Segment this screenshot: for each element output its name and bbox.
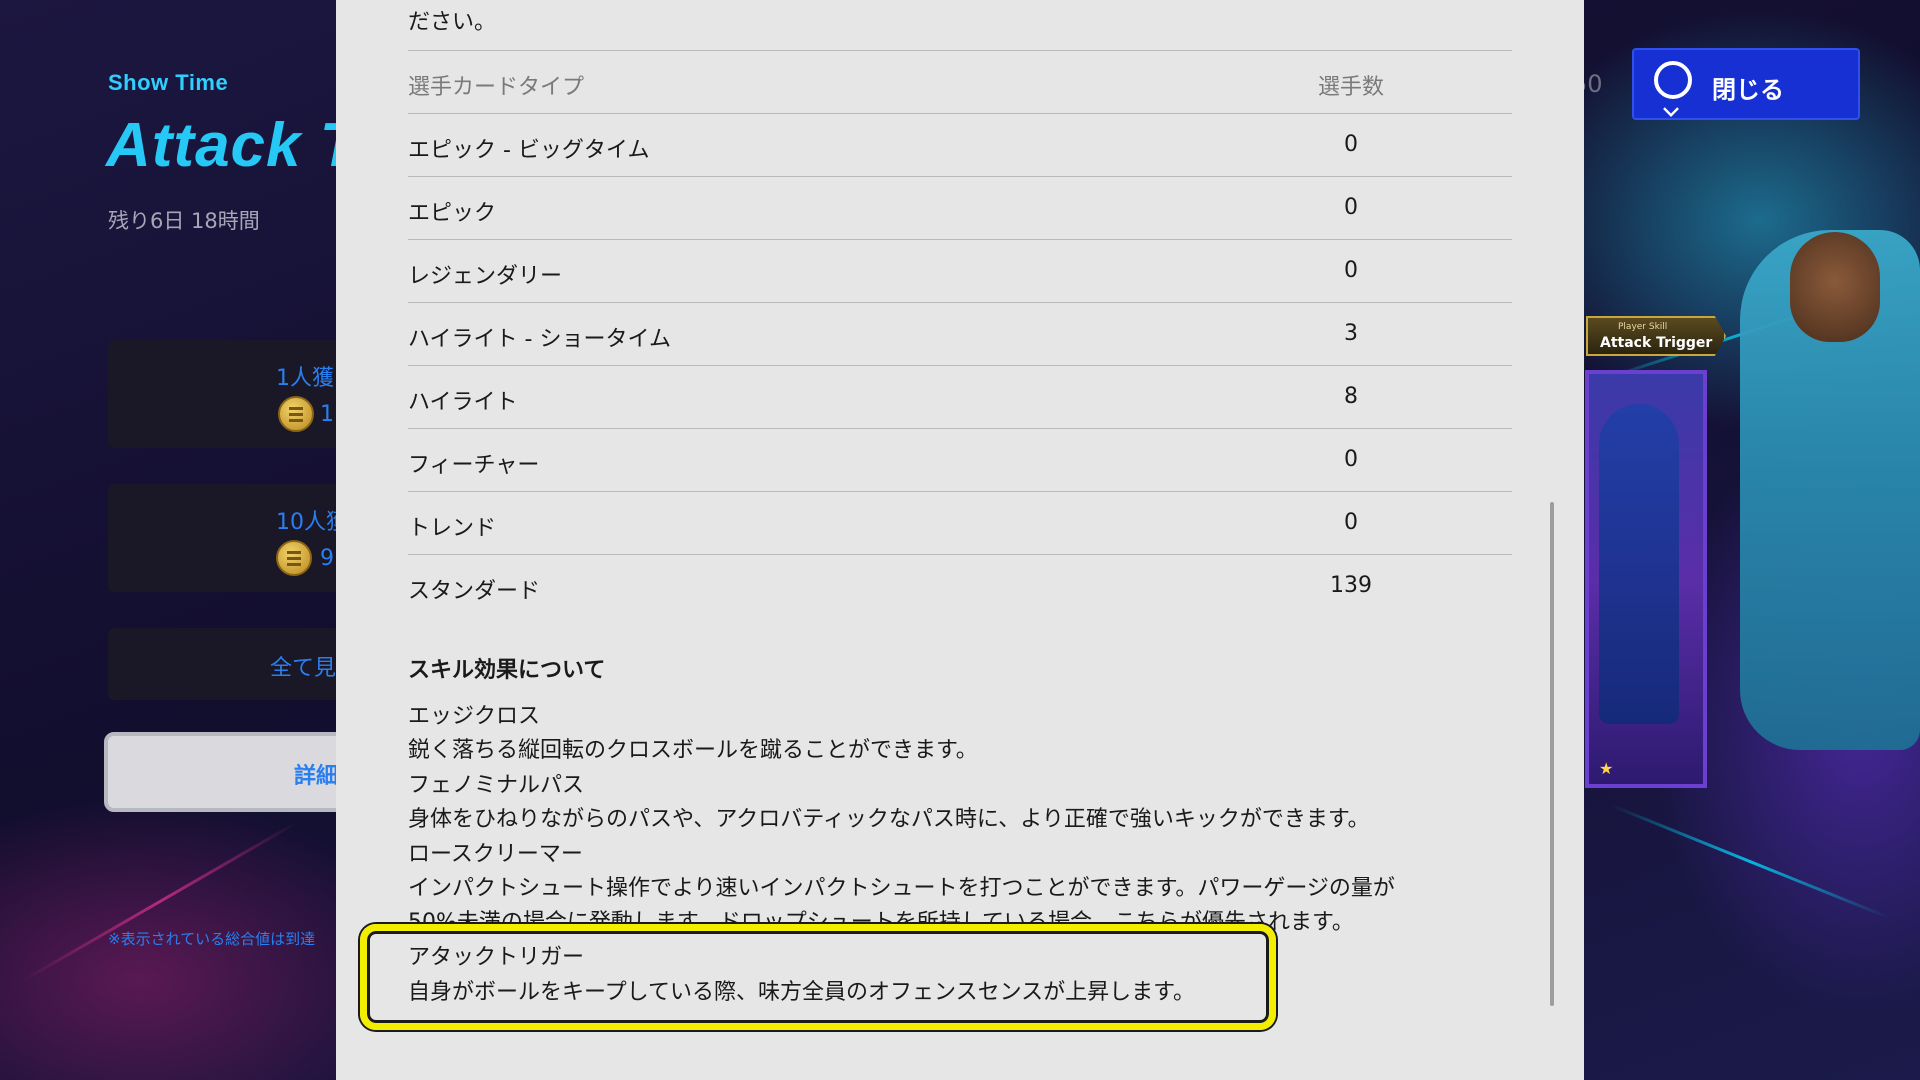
table-header-count: 選手数 <box>1317 75 1384 100</box>
event-title: Attack T <box>106 111 359 180</box>
time-remaining: 残り6日 18時間 <box>108 209 260 233</box>
footnote: ※表示されている総合値は到達 <box>108 930 316 948</box>
table-header-row: 選手カードタイプ 選手数 <box>408 50 1512 113</box>
card-type: ハイライト - ショータイム <box>408 327 672 352</box>
table-row: フィーチャー 0 <box>408 428 1512 491</box>
card-type-table: 選手カードタイプ 選手数 エピック - ビッグタイム 0 エピック 0 レジェン… <box>408 50 1512 617</box>
skill-name: ロースクリーマー <box>408 842 583 867</box>
table-row: ハイライト - ショータイム 3 <box>408 302 1512 365</box>
skill-badge: Player Skill Attack Trigger <box>1586 316 1726 356</box>
highlight-annotation-box <box>360 924 1276 1030</box>
skill-badge-name: Attack Trigger <box>1600 335 1713 351</box>
close-label: 閉じる <box>1712 76 1784 104</box>
player-count: 0 <box>1344 195 1358 220</box>
player-count: 0 <box>1344 258 1358 283</box>
draw-option-label: 1人獲 <box>276 366 334 391</box>
skill-description: 鋭く落ちる縦回転のクロスボールを蹴ることができます。 <box>408 738 978 763</box>
card-type: レジェンダリー <box>408 264 563 289</box>
skill-name: エッジクロス <box>408 704 541 729</box>
table-row: エピック - ビッグタイム 0 <box>408 113 1512 176</box>
coin-icon <box>278 396 314 432</box>
draw-option-10[interactable]: 10人獲 9 <box>108 484 348 592</box>
draw-option-price: 9 <box>320 546 334 571</box>
player-count: 139 <box>1330 573 1372 598</box>
player-card-figure <box>1599 404 1679 724</box>
scrollbar[interactable] <box>1550 502 1554 1006</box>
card-type: フィーチャー <box>408 453 540 478</box>
view-all-button[interactable]: 全て見 <box>108 628 348 700</box>
skill-description: 身体をひねりながらのパスや、アクロバティックなパス時に、より正確で強いキックがで… <box>408 807 1370 832</box>
table-row: スタンダード 139 <box>408 554 1512 617</box>
player-count: 0 <box>1344 510 1358 535</box>
player-card-image: ★ <box>1585 370 1707 788</box>
player-count: 0 <box>1344 132 1358 157</box>
view-all-label: 全て見 <box>270 656 337 681</box>
table-row: レジェンダリー 0 <box>408 239 1512 302</box>
card-type: トレンド <box>408 516 497 541</box>
event-subtitle: Show Time <box>108 70 229 95</box>
close-button[interactable]: 閉じる <box>1632 48 1860 120</box>
player-count: 8 <box>1344 384 1358 409</box>
table-row: トレンド 0 <box>408 491 1512 554</box>
coin-icon <box>276 540 312 576</box>
card-type: エピック - ビッグタイム <box>408 138 650 163</box>
player-count: 3 <box>1344 321 1358 346</box>
draw-option-1[interactable]: 1人獲 1( <box>108 340 348 448</box>
star-icon: ★ <box>1599 759 1614 778</box>
table-row: ハイライト 8 <box>408 365 1512 428</box>
details-modal: ださい。 選手カードタイプ 選手数 エピック - ビッグタイム 0 エピック 0… <box>336 0 1584 1080</box>
player-head-image <box>1790 232 1880 342</box>
details-button[interactable]: 詳細 <box>104 732 354 812</box>
skill-name: フェノミナルパス <box>408 773 585 798</box>
event-info-panel: Show Time Attack T 残り6日 18時間 1人獲 1( 10人獲… <box>0 0 358 1080</box>
card-type: スタンダード <box>408 579 541 604</box>
skills-section-title: スキル効果について <box>408 658 606 683</box>
card-type: ハイライト <box>408 390 518 415</box>
table-row: エピック 0 <box>408 176 1512 239</box>
player-count: 0 <box>1344 447 1358 472</box>
details-label: 詳細 <box>294 764 339 789</box>
circle-button-icon <box>1654 61 1692 99</box>
chevron-down-icon <box>1663 101 1679 117</box>
skill-description: インパクトシュート操作でより速いインパクトシュートを打つことができます。パワーゲ… <box>408 876 1395 901</box>
description-tail: ださい。 <box>408 10 497 35</box>
skill-badge-caption: Player Skill <box>1618 322 1668 332</box>
table-header-type: 選手カードタイプ <box>408 75 585 100</box>
card-type: エピック <box>408 201 497 226</box>
